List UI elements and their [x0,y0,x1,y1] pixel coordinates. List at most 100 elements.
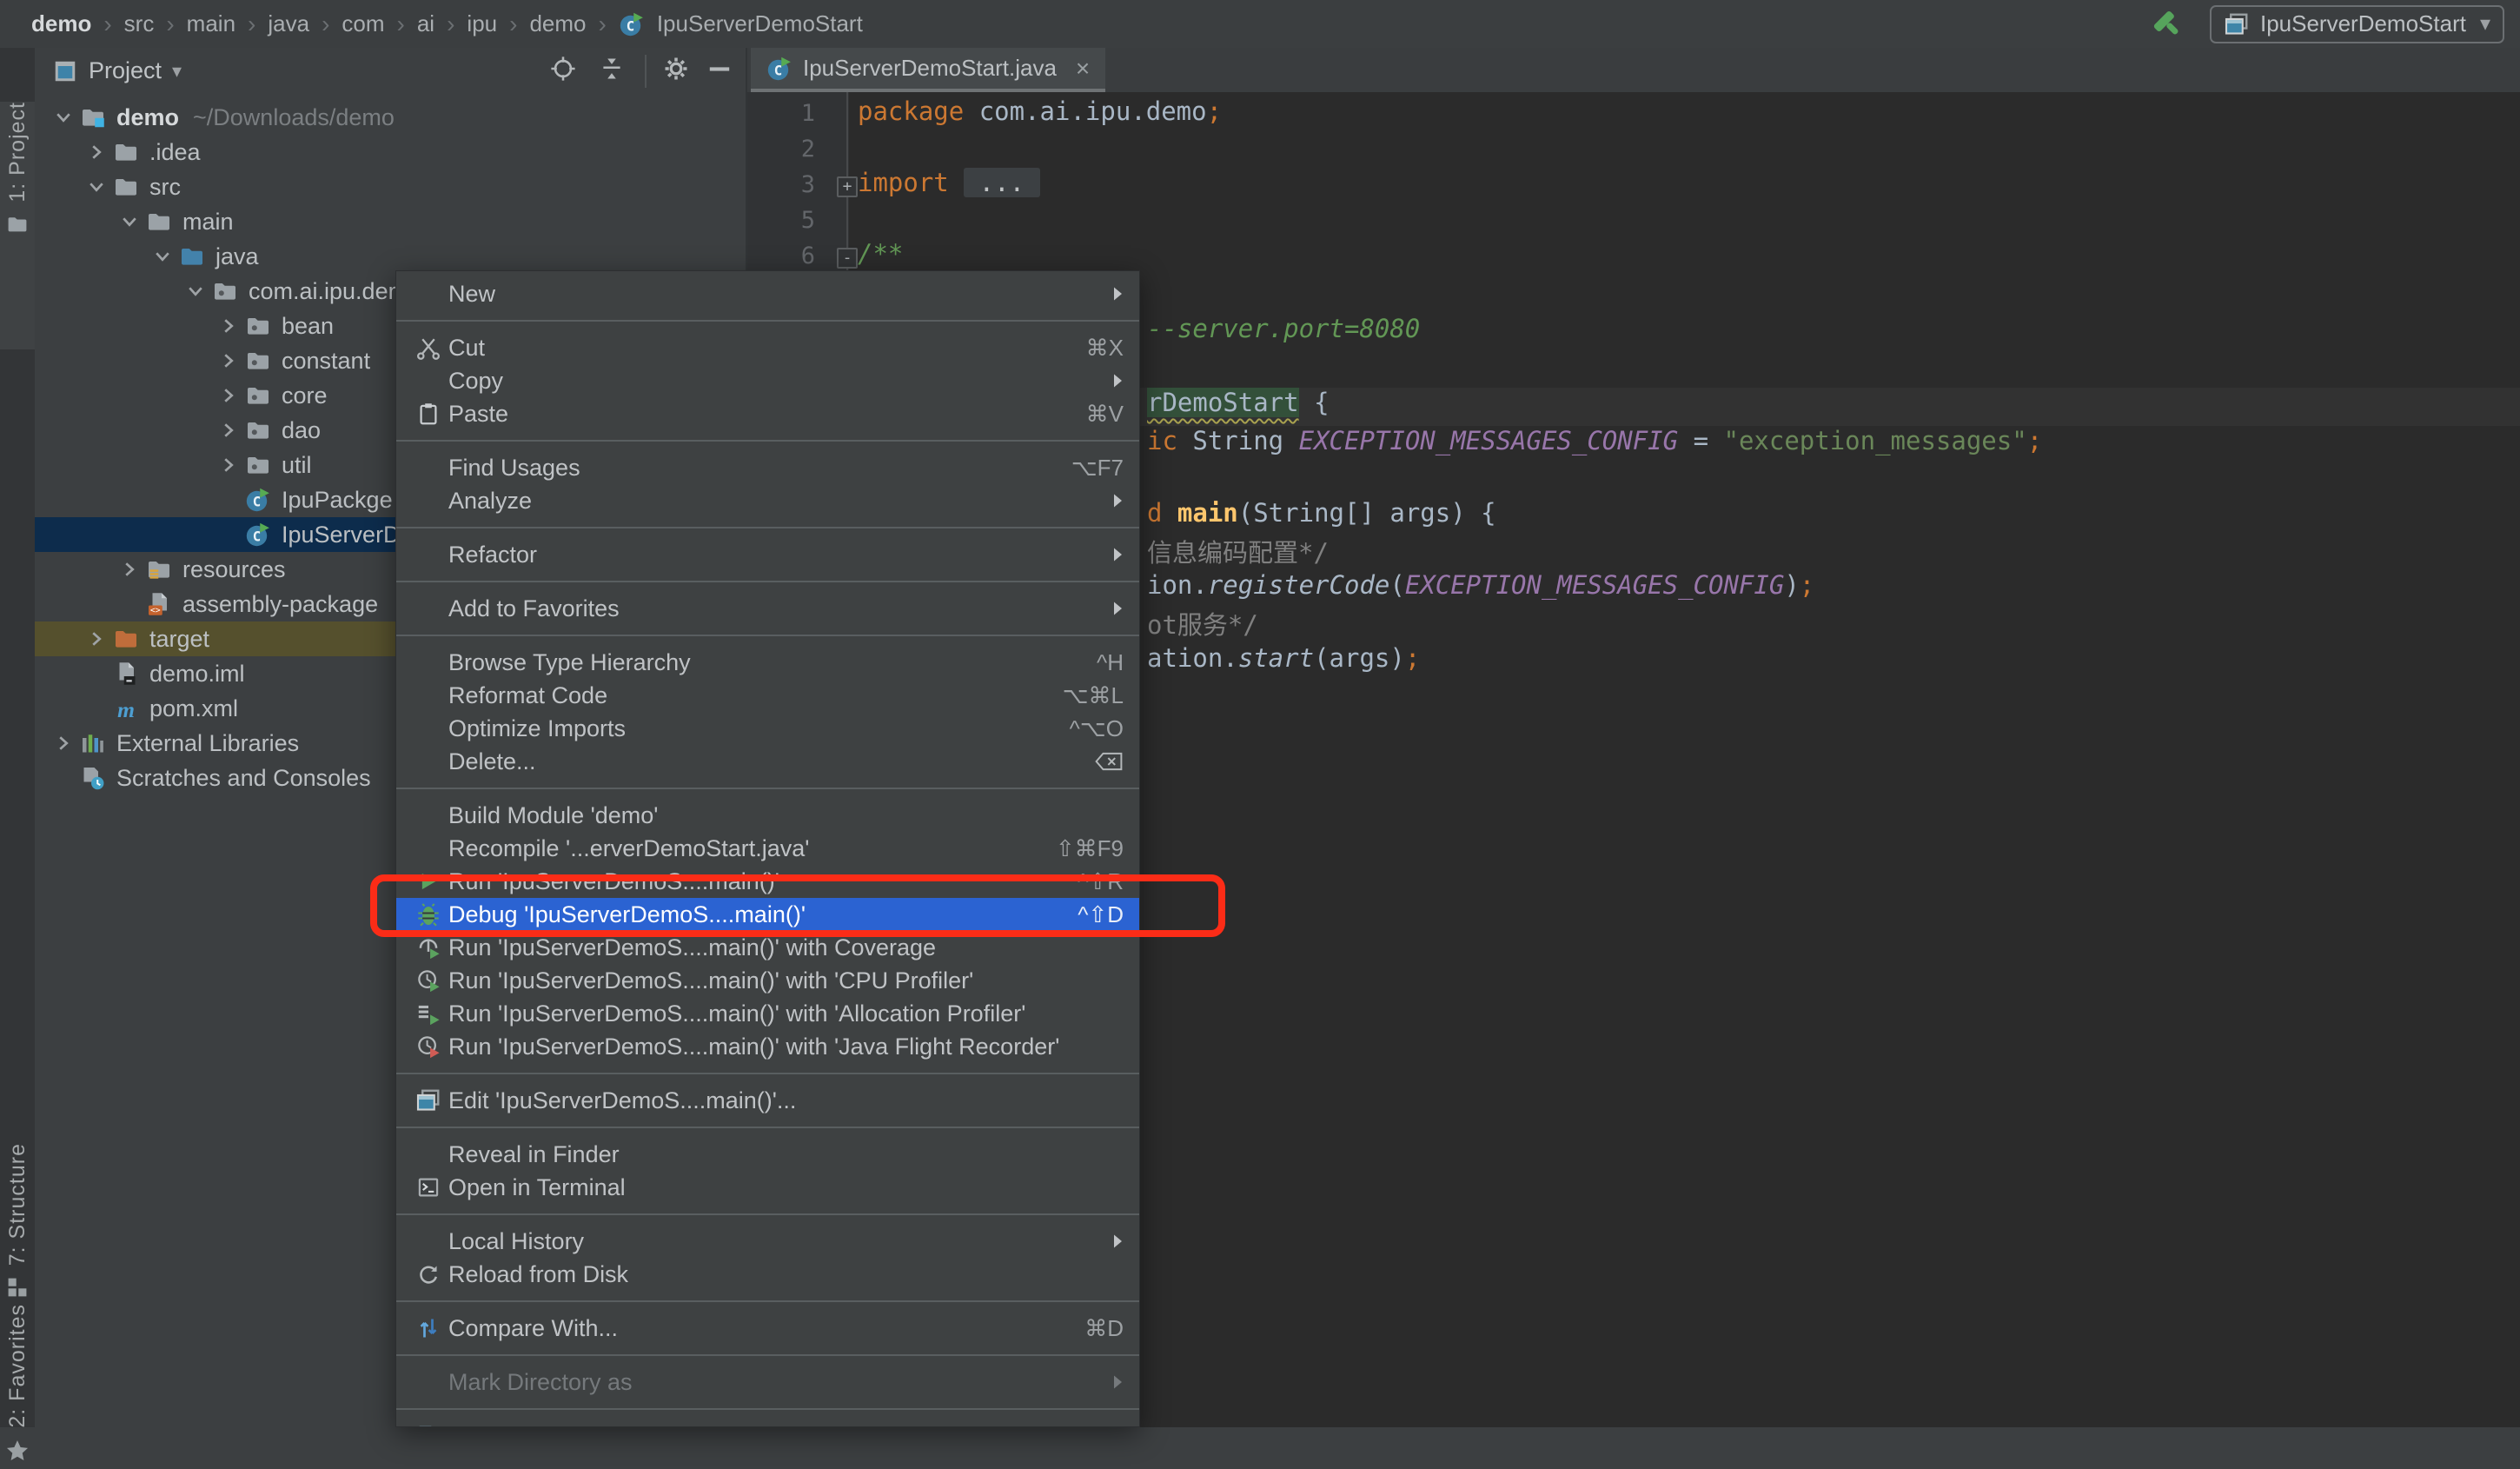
menu-item-reload-from-disk[interactable]: Reload from Disk [396,1258,1139,1291]
breadcrumb-item-demo-7[interactable]: demo [529,10,586,37]
tree-item-label: target [149,625,210,652]
chevron-down-icon[interactable]: ▾ [172,60,182,83]
menu-item-label: Diagrams [448,1423,549,1427]
run-configuration-select[interactable]: IpuServerDemoStart ▾ [2209,4,2504,43]
menu-separator [396,440,1139,442]
folder-project-icon [76,104,109,130]
chevron-right-icon[interactable] [116,559,143,580]
profiler-alloc-icon [408,1001,448,1026]
menu-item-build-module-demo[interactable]: Build Module 'demo' [396,799,1139,832]
menu-item-browse-type-hierarchy[interactable]: Browse Type Hierarchy ^H [396,646,1139,679]
menu-item-copy[interactable]: Copy [396,364,1139,397]
chevron-right-icon[interactable] [216,385,242,406]
menu-item-refactor[interactable]: Refactor [396,538,1139,571]
menu-item-label: Cut [448,334,486,361]
maven-icon: m [109,695,143,721]
menu-item-diagrams[interactable]: Diagrams [396,1419,1139,1427]
chevron-down-icon[interactable] [116,211,143,232]
menu-item-new[interactable]: New [396,277,1139,310]
breadcrumb-item-src-1[interactable]: src [124,10,155,37]
menu-item-compare-with[interactable]: Compare With... ⌘D [396,1312,1139,1345]
collapse-all-icon[interactable] [598,55,626,83]
menu-separator [396,788,1139,789]
gear-icon[interactable] [662,55,690,83]
menu-item-analyze[interactable]: Analyze [396,484,1139,517]
editor-tab[interactable]: C IpuServerDemoStart.java × [751,48,1106,92]
menu-item-label: Run 'IpuServerDemoS....main()' with 'CPU… [448,967,974,994]
breadcrumb-item-demo-0[interactable]: demo [31,10,91,37]
tree-item-label: java [216,243,259,269]
menu-item-local-history[interactable]: Local History [396,1225,1139,1258]
menu-item-label: Reveal in Finder [448,1140,620,1167]
chevron-down-icon[interactable] [149,246,176,267]
menu-item-run-ipuserverdemos-main-with-allocation-profiler[interactable]: Run 'IpuServerDemoS....main()' with 'All… [396,997,1139,1030]
menu-item-find-usages[interactable]: Find Usages ⌥F7 [396,451,1139,484]
fold-marker-icon[interactable]: - [837,248,858,269]
breadcrumb-item-main-2[interactable]: main [187,10,235,37]
breadcrumb-item-ipu-6[interactable]: ipu [467,10,497,37]
menu-item-label: Reformat Code [448,681,608,708]
chevron-down-icon[interactable] [50,107,76,128]
sidebar-tab-favorites[interactable]: 2: Favorites [0,1304,35,1469]
class-run-icon: C [619,11,645,37]
menu-item-reveal-in-finder[interactable]: Reveal in Finder [396,1138,1139,1171]
breadcrumb-separator: › [166,10,175,37]
breadcrumb-item-com-4[interactable]: com [342,10,384,37]
chevron-right-icon[interactable] [50,733,76,754]
menu-item-shortcut: ⌘V [1085,400,1124,427]
menu-item-label: Find Usages [448,454,580,481]
chevron-right-icon[interactable] [216,420,242,441]
tree-item-java[interactable]: java [35,239,746,274]
menu-item-label: Optimize Imports [448,715,627,741]
hide-panel-icon[interactable] [706,55,733,83]
menu-item-run-ipuserverdemos-main-with-java-flight-recorder[interactable]: Run 'IpuServerDemoS....main()' with 'Jav… [396,1030,1139,1063]
tree-item-demo[interactable]: demo ~/Downloads/demo [35,100,746,135]
editor-tab-bar: C IpuServerDemoStart.java × [747,48,2520,92]
tree-item-main[interactable]: main [35,204,746,239]
sidebar-tab-project[interactable]: 1: Project [0,102,35,349]
terminal-icon [408,1175,448,1200]
breadcrumb-item-current[interactable]: IpuServerDemoStart [657,10,863,37]
breadcrumb-item-ai-5[interactable]: ai [417,10,434,37]
chevron-right-icon[interactable] [216,350,242,371]
class-run-icon: C [242,487,275,513]
chevron-down-icon[interactable] [83,176,109,197]
code-line: ation.start(args); [1147,643,1421,673]
menu-item-edit-ipuserverdemos-main[interactable]: Edit 'IpuServerDemoS....main()'... [396,1084,1139,1117]
chevron-down-icon[interactable] [182,281,209,302]
menu-item-optimize-imports[interactable]: Optimize Imports ^⌥O [396,712,1139,745]
package-icon [242,452,275,478]
tree-item-label: demo [116,103,180,130]
menu-item-run-ipuserverdemos-main-with-cpu-profiler[interactable]: Run 'IpuServerDemoS....main()' with 'CPU… [396,964,1139,997]
breadcrumb-bar: demo › src › main › java › com › ai › ipu › demo › C IpuS… [0,0,2520,50]
tree-item-label: main [182,208,234,235]
menu-item-open-in-terminal[interactable]: Open in Terminal [396,1171,1139,1204]
fold-marker-icon[interactable]: + [837,176,858,197]
chevron-right-icon[interactable] [83,628,109,649]
menu-item-add-to-favorites[interactable]: Add to Favorites [396,592,1139,625]
tree-item-label: IpuServerDe [282,521,414,548]
menu-item-cut[interactable]: Cut ⌘X [396,331,1139,364]
locate-file-icon[interactable] [549,55,577,83]
menu-item-reformat-code[interactable]: Reformat Code ⌥⌘L [396,679,1139,712]
submenu-arrow-icon [1112,547,1124,562]
build-hammer-icon[interactable] [2151,7,2185,42]
chevron-right-icon[interactable] [216,316,242,336]
tree-item-label: External Libraries [116,729,300,756]
code-line: d main(String[] args) { [1147,498,1496,528]
svg-text:C: C [627,17,634,34]
chevron-right-icon[interactable] [216,455,242,475]
close-icon[interactable]: × [1076,55,1090,83]
chevron-right-icon[interactable] [83,142,109,163]
tree-item-src[interactable]: src [35,170,746,204]
menu-item-delete[interactable]: Delete... [396,745,1139,778]
menu-item-paste[interactable]: Paste ⌘V [396,397,1139,430]
profiler-jfr-icon [408,1034,448,1059]
menu-item-shortcut: ⌘D [1084,1314,1124,1341]
tree-item-idea[interactable]: .idea [35,135,746,170]
package-icon [242,313,275,339]
run-configuration-label: IpuServerDemoStart [2259,10,2466,37]
compare-icon [408,1315,448,1341]
breadcrumb-item-java-3[interactable]: java [268,10,309,37]
menu-item-recompile-erverdemostart-java[interactable]: Recompile '...erverDemoStart.java' ⇧⌘F9 [396,832,1139,865]
